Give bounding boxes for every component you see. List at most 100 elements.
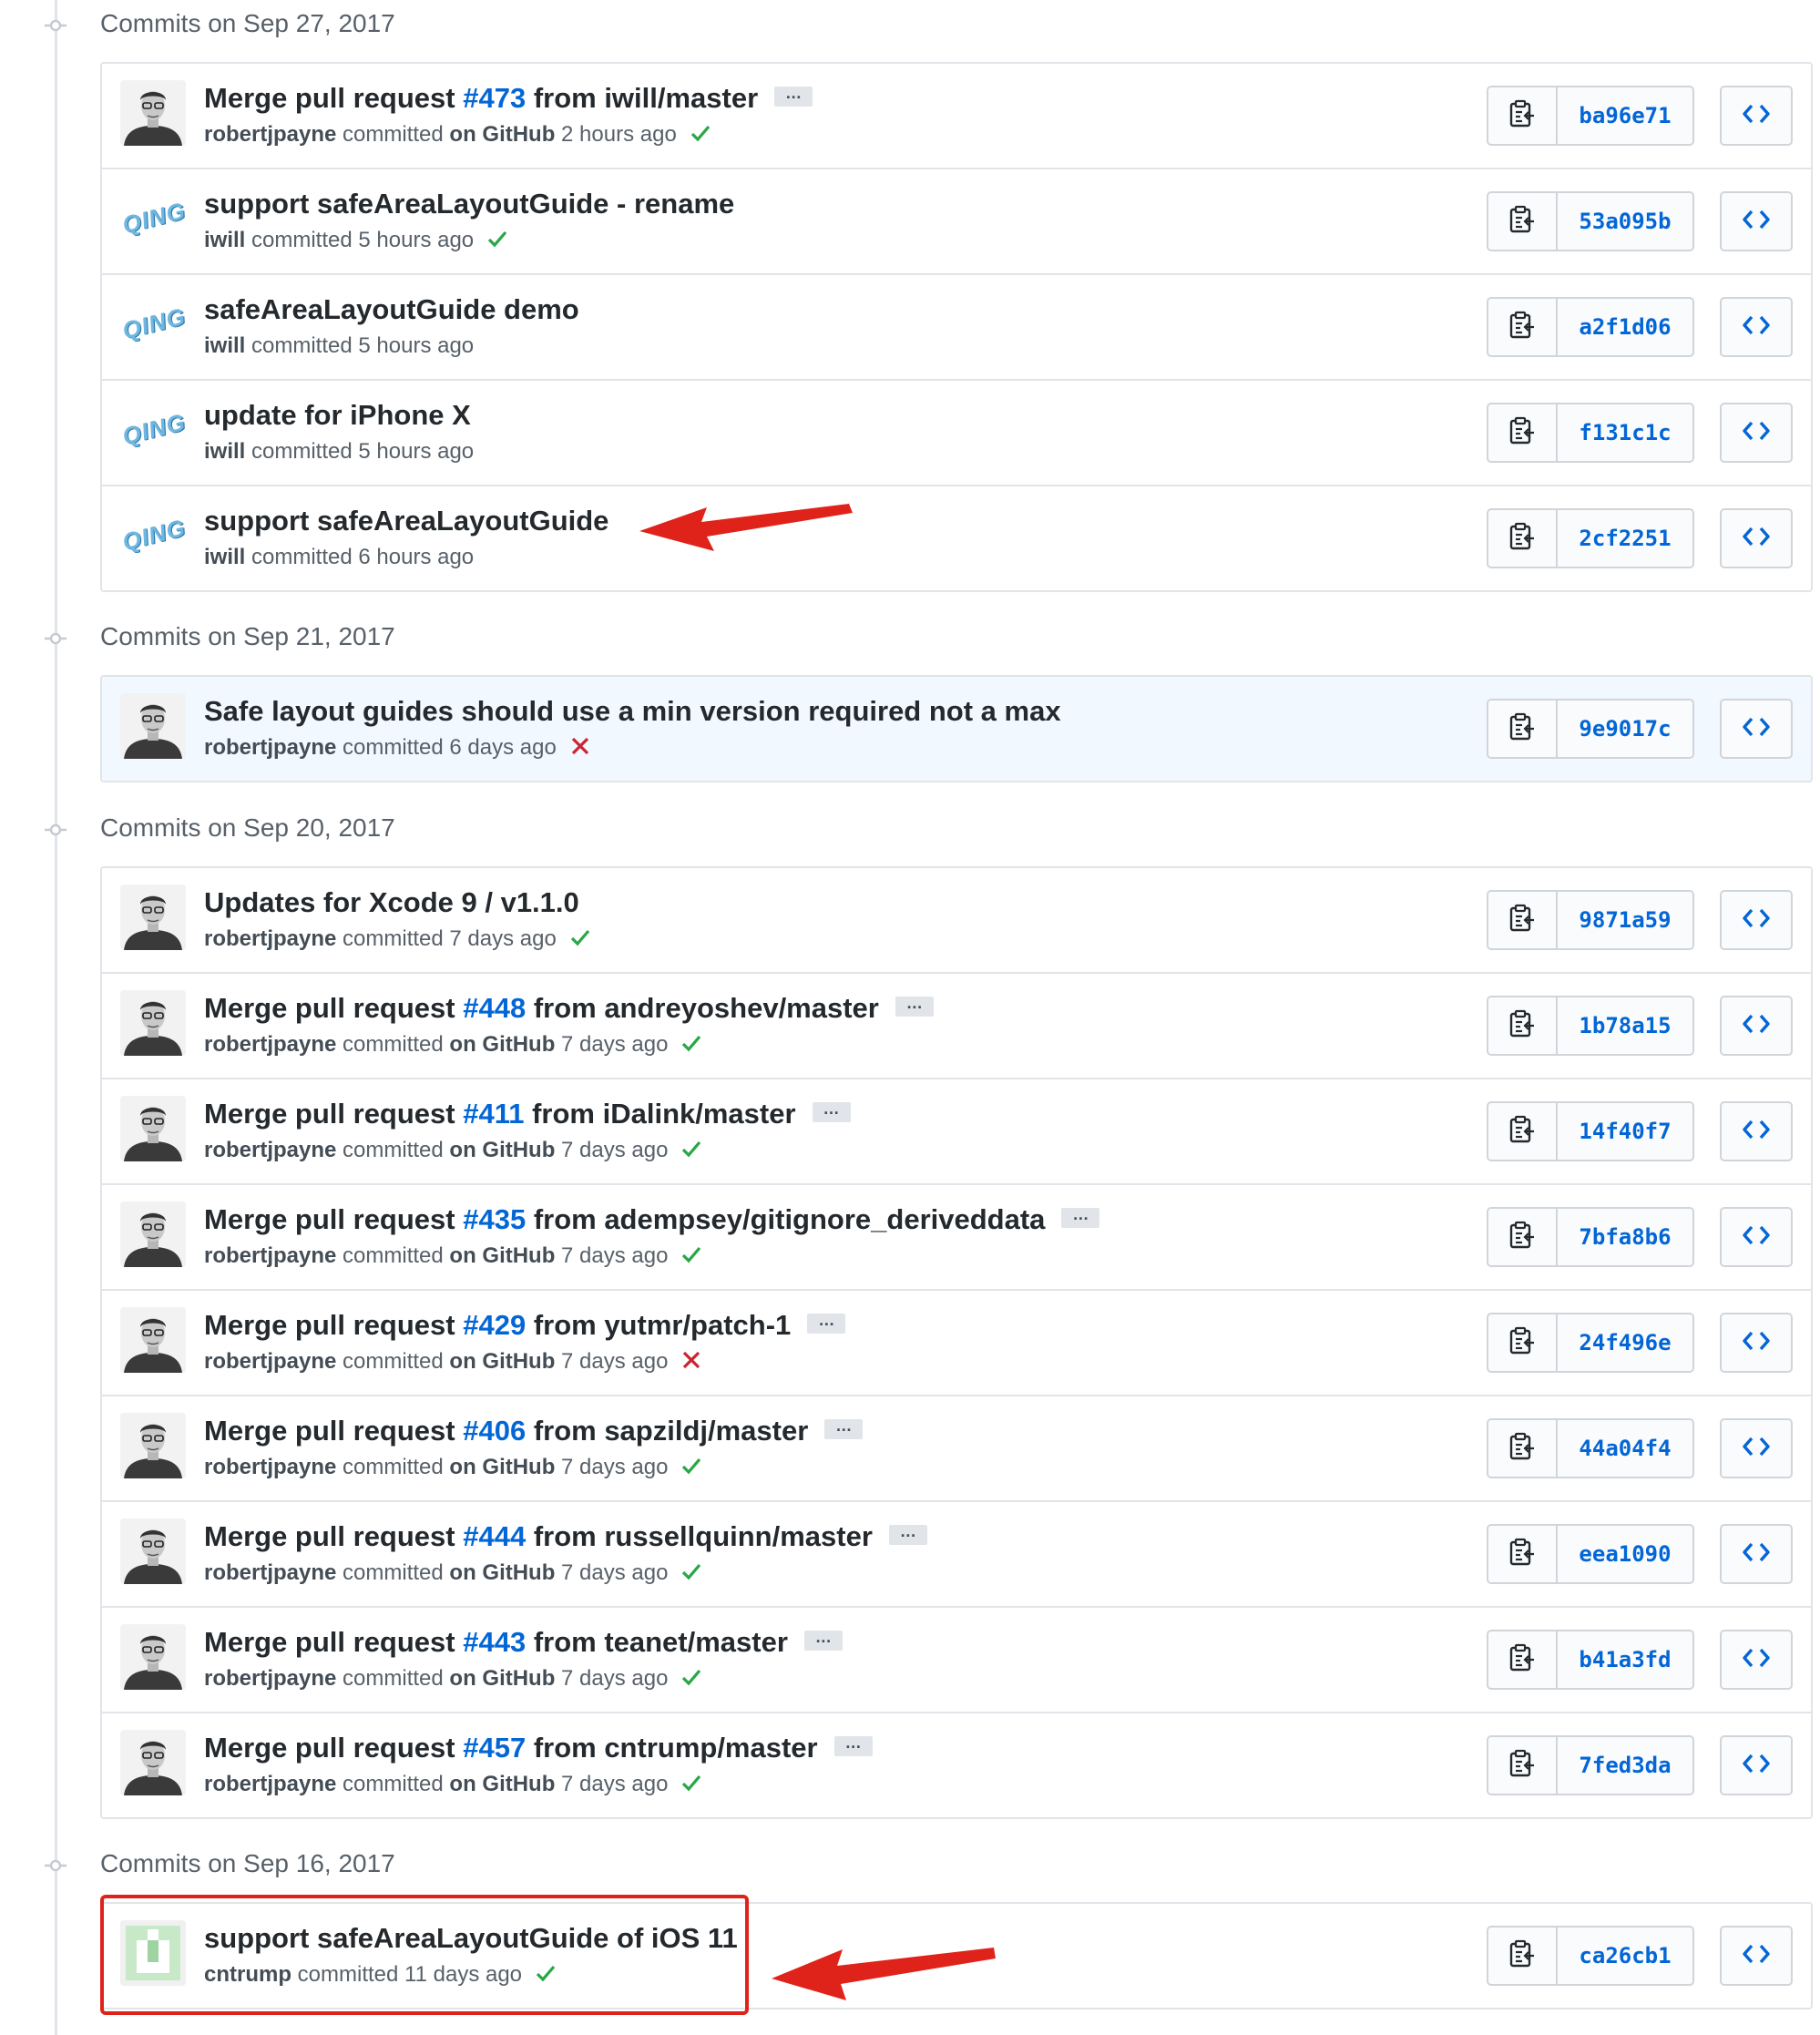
commit-sha-link[interactable]: 9871a59	[1558, 892, 1692, 948]
copy-sha-button[interactable]	[1488, 193, 1558, 250]
commit-sha-link[interactable]: 44a04f4	[1558, 1420, 1692, 1477]
commit-message-link[interactable]: Merge pull request	[204, 1520, 463, 1552]
browse-repo-button[interactable]	[1720, 86, 1793, 146]
commit-message-link[interactable]: support safeAreaLayoutGuide - rename	[204, 188, 734, 220]
commit-message-link[interactable]: safeAreaLayoutGuide demo	[204, 293, 579, 325]
commit-message-link[interactable]: from iwill/master	[526, 82, 758, 114]
copy-sha-button[interactable]	[1488, 1209, 1558, 1265]
copy-sha-button[interactable]	[1488, 1103, 1558, 1160]
browse-repo-button[interactable]	[1720, 1524, 1793, 1584]
expand-message-button[interactable]: …	[1061, 1206, 1100, 1228]
commit-author-link[interactable]: iwill	[204, 333, 245, 358]
check-icon[interactable]	[486, 228, 508, 250]
commit-author-link[interactable]: robertjpayne	[204, 1455, 336, 1479]
browse-repo-button[interactable]	[1720, 1418, 1793, 1478]
commit-author-link[interactable]: robertjpayne	[204, 1560, 336, 1585]
browse-repo-button[interactable]	[1720, 1926, 1793, 1986]
copy-sha-button[interactable]	[1488, 404, 1558, 461]
copy-sha-button[interactable]	[1488, 997, 1558, 1054]
check-icon[interactable]	[680, 1455, 702, 1477]
commit-message-link[interactable]: Merge pull request	[204, 1309, 463, 1341]
commit-sha-link[interactable]: 24f496e	[1558, 1314, 1692, 1371]
author-avatar[interactable]	[120, 693, 186, 759]
commit-message-link[interactable]: Updates for Xcode 9 / v1.1.0	[204, 886, 579, 918]
expand-message-button[interactable]: …	[833, 1734, 873, 1756]
author-avatar[interactable]: QING	[120, 186, 186, 251]
author-avatar[interactable]: QING	[120, 291, 186, 357]
commit-message-link[interactable]: from yutmr/patch-1	[526, 1309, 792, 1341]
commit-message-link[interactable]: from andreyoshev/master	[526, 992, 879, 1024]
commit-author-link[interactable]: robertjpayne	[204, 122, 336, 147]
pull-request-link[interactable]: #443	[463, 1626, 526, 1658]
check-icon[interactable]	[569, 926, 591, 948]
expand-message-button[interactable]: …	[824, 1417, 864, 1439]
expand-message-button[interactable]: …	[803, 1629, 843, 1651]
commit-message-link[interactable]: Safe layout guides should use a min vers…	[204, 695, 1061, 727]
author-avatar[interactable]: QING	[120, 503, 186, 568]
browse-repo-button[interactable]	[1720, 699, 1793, 759]
check-icon[interactable]	[690, 122, 711, 144]
commit-sha-link[interactable]: 2cf2251	[1558, 510, 1692, 567]
commit-sha-link[interactable]: 9e9017c	[1558, 700, 1692, 757]
check-icon[interactable]	[680, 1666, 702, 1688]
browse-repo-button[interactable]	[1720, 1207, 1793, 1267]
copy-sha-button[interactable]	[1488, 299, 1558, 355]
commit-sha-link[interactable]: 7fed3da	[1558, 1737, 1692, 1794]
check-icon[interactable]	[680, 1138, 702, 1160]
commit-message-link[interactable]: Merge pull request	[204, 1732, 463, 1764]
copy-sha-button[interactable]	[1488, 87, 1558, 144]
copy-sha-button[interactable]	[1488, 1420, 1558, 1477]
commit-message-link[interactable]: Merge pull request	[204, 1098, 463, 1130]
browse-repo-button[interactable]	[1720, 890, 1793, 950]
commit-message-link[interactable]: from adempsey/gitignore_deriveddata	[526, 1203, 1046, 1235]
author-avatar[interactable]	[120, 1413, 186, 1478]
commit-message-link[interactable]: Merge pull request	[204, 1203, 463, 1235]
expand-message-button[interactable]: …	[812, 1100, 851, 1122]
expand-message-button[interactable]: …	[895, 995, 934, 1017]
commit-sha-link[interactable]: 7bfa8b6	[1558, 1209, 1692, 1265]
browse-repo-button[interactable]	[1720, 1101, 1793, 1161]
x-icon[interactable]	[680, 1349, 702, 1371]
commit-author-link[interactable]: robertjpayne	[204, 1349, 336, 1374]
commit-message-link[interactable]: support safeAreaLayoutGuide	[204, 505, 608, 537]
browse-repo-button[interactable]	[1720, 508, 1793, 568]
commit-sha-link[interactable]: b41a3fd	[1558, 1631, 1692, 1688]
pull-request-link[interactable]: #473	[463, 82, 526, 114]
commit-author-link[interactable]: robertjpayne	[204, 1772, 336, 1796]
commit-sha-link[interactable]: 14f40f7	[1558, 1103, 1692, 1160]
browse-repo-button[interactable]	[1720, 996, 1793, 1056]
commit-sha-link[interactable]: 1b78a15	[1558, 997, 1692, 1054]
commit-author-link[interactable]: iwill	[204, 545, 245, 569]
commit-message-link[interactable]: Merge pull request	[204, 1415, 463, 1447]
commit-message-link[interactable]: Merge pull request	[204, 1626, 463, 1658]
commit-author-link[interactable]: robertjpayne	[204, 1032, 336, 1057]
expand-message-button[interactable]: …	[807, 1312, 846, 1334]
x-icon[interactable]	[569, 735, 591, 757]
commit-message-link[interactable]: from cntrump/master	[526, 1732, 818, 1764]
pull-request-link[interactable]: #411	[463, 1098, 524, 1130]
commit-sha-link[interactable]: f131c1c	[1558, 404, 1692, 461]
commit-sha-link[interactable]: ca26cb1	[1558, 1928, 1692, 1984]
commit-sha-link[interactable]: eea1090	[1558, 1526, 1692, 1582]
copy-sha-button[interactable]	[1488, 1314, 1558, 1371]
check-icon[interactable]	[680, 1772, 702, 1794]
author-avatar[interactable]	[120, 1202, 186, 1267]
expand-message-button[interactable]: …	[774, 85, 813, 107]
author-avatar[interactable]	[120, 1624, 186, 1690]
pull-request-link[interactable]: #435	[463, 1203, 526, 1235]
author-avatar[interactable]	[120, 1730, 186, 1795]
commit-sha-link[interactable]: 53a095b	[1558, 193, 1692, 250]
commit-author-link[interactable]: iwill	[204, 228, 245, 252]
commit-author-link[interactable]: robertjpayne	[204, 926, 336, 951]
commit-author-link[interactable]: robertjpayne	[204, 1138, 336, 1162]
commit-author-link[interactable]: robertjpayne	[204, 1666, 336, 1691]
copy-sha-button[interactable]	[1488, 892, 1558, 948]
check-icon[interactable]	[680, 1032, 702, 1054]
commit-message-link[interactable]: from russellquinn/master	[526, 1520, 873, 1552]
commit-message-link[interactable]: from sapzildj/master	[526, 1415, 808, 1447]
commit-author-link[interactable]: robertjpayne	[204, 1243, 336, 1268]
copy-sha-button[interactable]	[1488, 700, 1558, 757]
pull-request-link[interactable]: #448	[463, 992, 526, 1024]
author-avatar[interactable]: QING	[120, 397, 186, 463]
pull-request-link[interactable]: #457	[463, 1732, 526, 1764]
